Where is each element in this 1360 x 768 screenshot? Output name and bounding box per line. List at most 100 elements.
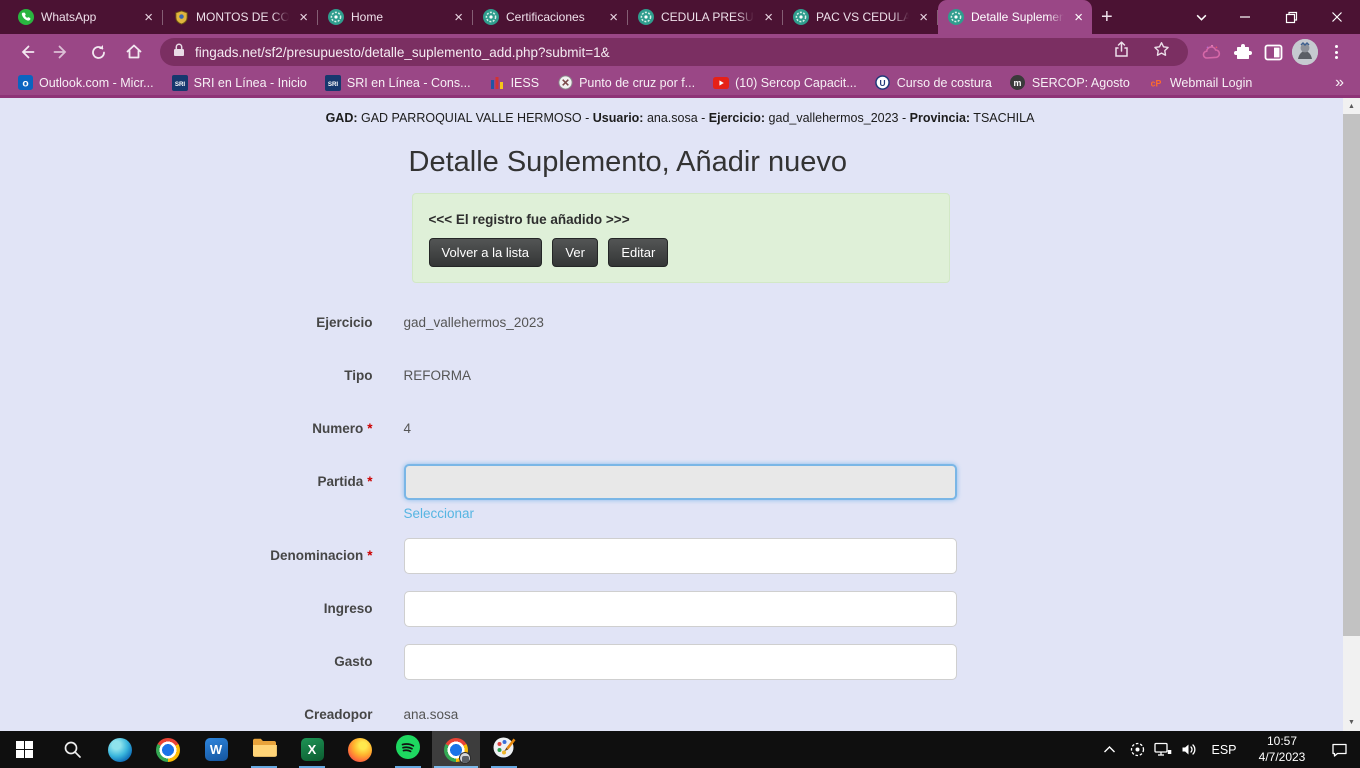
word-icon: W — [205, 738, 228, 761]
new-tab-button[interactable]: + — [1092, 6, 1122, 29]
network-icon[interactable] — [1150, 731, 1176, 768]
bookmark-label: Punto de cruz por f... — [579, 76, 695, 90]
bookmark-curso-costura[interactable]: U Curso de costura — [866, 73, 1001, 93]
tab-search-chevron-icon[interactable] — [1180, 0, 1222, 34]
side-panel-icon[interactable] — [1258, 37, 1289, 68]
start-button[interactable] — [0, 731, 48, 768]
youtube-icon — [713, 75, 729, 91]
edge-icon — [108, 738, 132, 762]
ingreso-input[interactable] — [404, 591, 957, 627]
bookmark-sercop-youtube[interactable]: (10) Sercop Capacit... — [704, 73, 866, 93]
field-label: Ingreso — [324, 601, 373, 616]
scroll-down-arrow-icon[interactable]: ▼ — [1343, 714, 1360, 731]
partida-input[interactable] — [404, 464, 957, 500]
tab-home[interactable]: Home × — [318, 0, 472, 34]
taskbar-word[interactable]: W — [192, 731, 240, 768]
language-indicator[interactable]: ESP — [1202, 731, 1246, 768]
reload-icon[interactable] — [80, 35, 116, 69]
close-tab-icon[interactable]: × — [761, 10, 776, 25]
detalle-suplemento-form: Ejercicio gad_vallehermos_2023 Tipo REFO… — [127, 305, 1233, 731]
field-label: Numero — [312, 421, 363, 436]
volume-icon[interactable] — [1176, 731, 1202, 768]
bookmark-label: SRI en Línea - Inicio — [194, 76, 307, 90]
scroll-up-arrow-icon[interactable]: ▲ — [1343, 98, 1360, 115]
window-controls — [1180, 0, 1360, 34]
page-viewport: GAD: GAD PARROQUIAL VALLE HERMOSO - Usua… — [0, 98, 1360, 731]
profile-avatar[interactable] — [1292, 39, 1318, 65]
form-row-tipo: Tipo REFORMA — [127, 358, 1233, 394]
action-center-icon[interactable] — [1318, 731, 1360, 768]
back-icon[interactable] — [8, 35, 44, 69]
menu-kebab-icon[interactable] — [1321, 37, 1352, 68]
usuario-value: ana.sosa - — [643, 111, 708, 125]
ver-button[interactable]: Ver — [552, 238, 598, 267]
taskbar-chrome[interactable] — [144, 731, 192, 768]
taskbar-file-explorer[interactable] — [240, 731, 288, 768]
date: 4/7/2023 — [1259, 750, 1306, 766]
browser-toolbar: fingads.net/sf2/presupuesto/detalle_supl… — [0, 34, 1360, 70]
tab-detalle-suplemento-active[interactable]: Detalle Suplemen × — [938, 0, 1092, 34]
denominacion-input[interactable] — [404, 538, 957, 574]
close-tab-icon[interactable]: × — [916, 10, 931, 25]
tab-title: PAC VS CEDULA — [816, 10, 909, 24]
form-row-denominacion: Denominacion* — [127, 538, 1233, 574]
tab-certificaciones[interactable]: Certificaciones × — [473, 0, 627, 34]
content-container: Detalle Suplemento, Añadir nuevo <<< El … — [127, 146, 1233, 731]
forward-icon[interactable] — [44, 35, 80, 69]
bookmark-sri-inicio[interactable]: SRI SRI en Línea - Inicio — [163, 73, 316, 93]
bookmarks-overflow-chevron[interactable]: » — [1335, 74, 1352, 92]
bookmark-iess[interactable]: IESS — [480, 73, 549, 93]
bookmark-label: IESS — [511, 76, 540, 90]
bookmark-outlook[interactable]: o Outlook.com - Micr... — [8, 73, 163, 93]
search-button[interactable] — [48, 731, 96, 768]
form-row-partida: Partida* Seleccionar — [127, 464, 1233, 523]
close-tab-icon[interactable]: × — [141, 10, 156, 25]
close-window-button[interactable] — [1314, 0, 1360, 34]
close-tab-icon[interactable]: × — [606, 10, 621, 25]
required-asterisk: * — [367, 421, 372, 436]
tab-whatsapp[interactable]: WhatsApp × — [8, 0, 162, 34]
bookmark-punto-de-cruz[interactable]: Punto de cruz por f... — [548, 73, 704, 93]
scrollbar-thumb[interactable] — [1343, 114, 1360, 636]
close-tab-icon[interactable]: × — [296, 10, 311, 25]
extension-cloud-icon[interactable] — [1196, 37, 1227, 68]
tab-pac[interactable]: PAC VS CEDULA × — [783, 0, 937, 34]
gasto-input[interactable] — [404, 644, 957, 680]
share-icon[interactable] — [1113, 41, 1130, 63]
seleccionar-link[interactable]: Seleccionar — [404, 506, 475, 521]
profile-badge — [459, 752, 471, 764]
bookmark-sri-consultas[interactable]: SRI SRI en Línea - Cons... — [316, 73, 480, 93]
field-label: Gasto — [334, 654, 372, 669]
bookmark-star-icon[interactable] — [1153, 41, 1170, 63]
taskbar-spotify[interactable] — [384, 731, 432, 768]
svg-text:SRI: SRI — [328, 81, 339, 88]
fingads-favicon — [638, 9, 654, 25]
close-tab-icon[interactable]: × — [451, 10, 466, 25]
close-tab-icon[interactable]: × — [1071, 10, 1086, 25]
whatsapp-icon — [18, 9, 34, 25]
volver-a-la-lista-button[interactable]: Volver a la lista — [429, 238, 542, 267]
bookmark-webmail[interactable]: cP Webmail Login — [1139, 73, 1261, 93]
tab-montos[interactable]: MONTOS DE CO × — [163, 0, 317, 34]
clock[interactable]: 10:574/7/2023 — [1246, 731, 1318, 768]
tray-chevron-up-icon[interactable] — [1094, 731, 1124, 768]
bookmark-sercop-moodle[interactable]: m SERCOP: Agosto — [1001, 73, 1139, 93]
taskbar-paint[interactable] — [480, 731, 528, 768]
gad-label: GAD: — [326, 111, 358, 125]
address-bar[interactable]: fingads.net/sf2/presupuesto/detalle_supl… — [160, 38, 1188, 66]
taskbar-edge[interactable] — [96, 731, 144, 768]
home-icon[interactable] — [116, 35, 152, 69]
taskbar-firefox[interactable] — [336, 731, 384, 768]
tab-cedula[interactable]: CEDULA PRESUP × — [628, 0, 782, 34]
editar-button[interactable]: Editar — [608, 238, 668, 267]
taskbar-chrome-active[interactable] — [432, 731, 480, 768]
screen: WhatsApp × MONTOS DE CO × Home × Certifi… — [0, 0, 1360, 768]
restore-button[interactable] — [1268, 0, 1314, 34]
extensions-puzzle-icon[interactable] — [1227, 37, 1258, 68]
page-scrollbar[interactable]: ▲ ▼ — [1343, 98, 1360, 731]
minimize-button[interactable] — [1222, 0, 1268, 34]
tray-device-icon[interactable] — [1124, 731, 1150, 768]
ejercicio-value: gad_vallehermos_2023 - — [765, 111, 910, 125]
taskbar-excel[interactable]: X — [288, 731, 336, 768]
form-row-ejercicio: Ejercicio gad_vallehermos_2023 — [127, 305, 1233, 341]
